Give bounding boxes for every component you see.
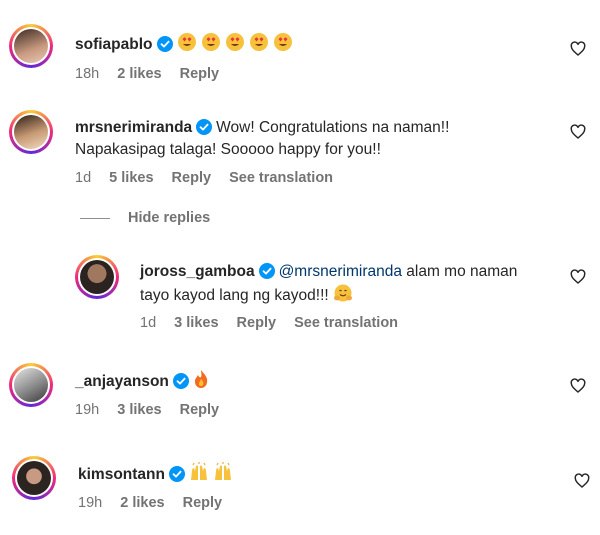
likes-count[interactable]: 3 likes	[174, 315, 218, 331]
verified-badge-icon	[156, 36, 173, 52]
likes-count[interactable]: 2 likes	[117, 66, 161, 82]
like-heart-icon[interactable]	[570, 41, 586, 57]
heart-eyes-emoji-icon	[201, 33, 220, 51]
reply-button[interactable]: Reply	[183, 495, 223, 511]
reply-button[interactable]: Reply	[180, 402, 220, 418]
username[interactable]: kimsontann	[78, 466, 165, 483]
comment-emojis	[177, 33, 297, 53]
avatar[interactable]	[9, 110, 53, 154]
comment-anjayanson: _anjayanson 19h 3 likes Reply	[0, 355, 600, 445]
likes-count[interactable]: 5 likes	[109, 170, 153, 186]
username[interactable]: _anjayanson	[75, 373, 169, 390]
comment-kimsontann: kimsontann 19h 2 likes Reply	[0, 445, 600, 535]
like-heart-icon[interactable]	[570, 124, 586, 140]
reply-button[interactable]: Reply	[172, 170, 212, 186]
comment-text: Napakasipag talaga! Sooooo happy for you…	[75, 141, 381, 158]
username[interactable]: joross_gamboa	[140, 263, 255, 280]
comment-emojis	[189, 462, 237, 483]
heart-eyes-emoji-icon	[177, 33, 196, 51]
heart-eyes-emoji-icon	[249, 33, 268, 51]
comment-time: 19h	[75, 402, 100, 418]
comment-text: alam mo naman	[401, 263, 518, 280]
verified-badge-icon	[168, 466, 185, 482]
raised-hands-emoji-icon	[214, 462, 231, 480]
reply-button[interactable]: Reply	[180, 66, 220, 82]
hugging-face-emoji-icon	[334, 284, 353, 302]
comment-time: 19h	[78, 495, 103, 511]
comment-mrsnerimiranda: mrsnerimiranda Wow! Congratulations na na…	[0, 100, 600, 205]
like-heart-icon[interactable]	[574, 473, 590, 489]
comment-text: Wow! Congratulations na naman!!	[216, 119, 450, 136]
like-heart-icon[interactable]	[570, 269, 586, 285]
comment-text: tayo kayod lang ng kayod!!!	[140, 287, 329, 304]
hide-replies-button[interactable]: Hide replies	[80, 210, 210, 226]
hide-replies-label: Hide replies	[128, 210, 211, 226]
mention-link[interactable]: @mrsnerimiranda	[279, 263, 402, 280]
see-translation-button[interactable]: See translation	[294, 315, 398, 331]
likes-count[interactable]: 2 likes	[120, 495, 164, 511]
avatar[interactable]	[9, 24, 53, 68]
heart-eyes-emoji-icon	[225, 33, 244, 51]
username[interactable]: mrsnerimiranda	[75, 119, 192, 136]
username[interactable]: sofiapablo	[75, 36, 153, 53]
fire-emoji-icon	[194, 370, 208, 388]
comment-time: 1d	[140, 315, 157, 331]
comment-time: 18h	[75, 66, 100, 82]
verified-badge-icon	[258, 263, 275, 279]
comment-sofiapablo: sofiapablo 18h 2 likes Reply	[0, 0, 600, 100]
avatar[interactable]	[75, 255, 119, 299]
like-heart-icon[interactable]	[570, 378, 586, 394]
avatar[interactable]	[12, 456, 56, 500]
verified-badge-icon	[172, 373, 189, 389]
heart-eyes-emoji-icon	[273, 33, 292, 51]
verified-badge-icon	[196, 119, 213, 135]
avatar[interactable]	[9, 363, 53, 407]
reply-joross-gamboa: joross_gamboa @mrsnerimiranda alam mo nam…	[0, 245, 600, 345]
see-translation-button[interactable]: See translation	[229, 170, 333, 186]
divider	[80, 217, 110, 219]
comment-time: 1d	[75, 170, 92, 186]
raised-hands-emoji-icon	[190, 462, 207, 480]
reply-button[interactable]: Reply	[237, 315, 277, 331]
likes-count[interactable]: 3 likes	[117, 402, 161, 418]
